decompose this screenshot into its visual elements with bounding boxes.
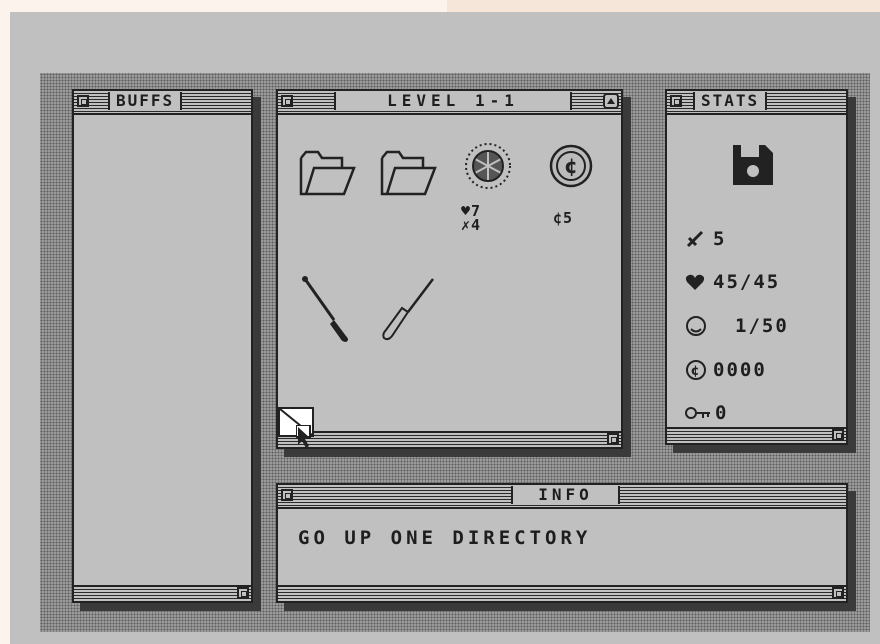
buffs-resize-box[interactable]	[237, 587, 249, 599]
screwdriver-icon[interactable]	[378, 274, 438, 348]
info-message: GO UP ONE DIRECTORY	[298, 527, 592, 549]
screwdriver-icon[interactable]	[300, 274, 360, 348]
stats-title-bar[interactable]: STATS	[667, 91, 846, 115]
info-bottom-bar	[278, 585, 846, 601]
level-close-box[interactable]	[281, 95, 293, 107]
level-title-bar[interactable]: LEVEL 1-1	[278, 91, 621, 115]
enemy-atk: ✗4	[461, 216, 482, 234]
key-icon	[685, 405, 713, 421]
stats-resize-box[interactable]	[832, 429, 844, 441]
cursor-icon[interactable]	[295, 424, 318, 453]
buffs-title: BUFFS	[108, 92, 183, 110]
buffs-close-box[interactable]	[77, 95, 89, 107]
background-tint	[447, 0, 880, 12]
svg-text:¢: ¢	[690, 364, 701, 379]
enemy-stats: ♥7 ✗4	[461, 204, 482, 234]
keys-stat: 0	[685, 402, 728, 424]
stats-close-box[interactable]	[670, 95, 682, 107]
gold-stat: ¢ 0000	[685, 359, 767, 381]
svg-text:¢: ¢	[564, 154, 578, 178]
scroll-up-arrow-icon[interactable]	[603, 93, 619, 109]
level-resize-box[interactable]	[607, 433, 619, 445]
coin-icon[interactable]: ¢	[548, 143, 594, 193]
attack-stat: 5	[685, 228, 726, 250]
game-screen: BUFFS LEVEL 1-1 ♥7 ✗4 ¢ ¢5 STATS 5 45/45…	[10, 12, 880, 644]
coin-value: ¢5	[553, 209, 574, 227]
floppy-disk-icon	[731, 143, 775, 191]
level-window: LEVEL 1-1 ♥7 ✗4 ¢ ¢5	[276, 89, 623, 449]
health-stat: 45/45	[685, 271, 780, 293]
folder-icon[interactable]	[298, 148, 358, 202]
folder-icon[interactable]	[379, 148, 439, 202]
level-title: LEVEL 1-1	[334, 92, 572, 110]
info-window: INFO GO UP ONE DIRECTORY	[276, 483, 848, 603]
virus-enemy-icon[interactable]	[463, 141, 513, 195]
info-close-box[interactable]	[281, 489, 293, 501]
level-bottom-bar	[278, 431, 621, 447]
xp-orb-icon	[685, 315, 713, 337]
stats-bottom-bar	[667, 427, 846, 443]
stats-title: STATS	[693, 92, 768, 110]
stats-window: STATS 5 45/45 1/50 ¢ 0000 0	[665, 89, 848, 445]
buffs-bottom-bar	[74, 585, 251, 601]
sword-icon	[685, 229, 713, 249]
heart-icon	[685, 273, 713, 291]
buffs-window: BUFFS	[72, 89, 253, 603]
info-resize-box[interactable]	[832, 587, 844, 599]
xp-stat: 1/50	[685, 315, 789, 337]
info-title-bar[interactable]: INFO	[278, 485, 846, 509]
buffs-title-bar[interactable]: BUFFS	[74, 91, 251, 115]
coin-icon: ¢	[685, 359, 713, 381]
info-title: INFO	[511, 486, 620, 504]
